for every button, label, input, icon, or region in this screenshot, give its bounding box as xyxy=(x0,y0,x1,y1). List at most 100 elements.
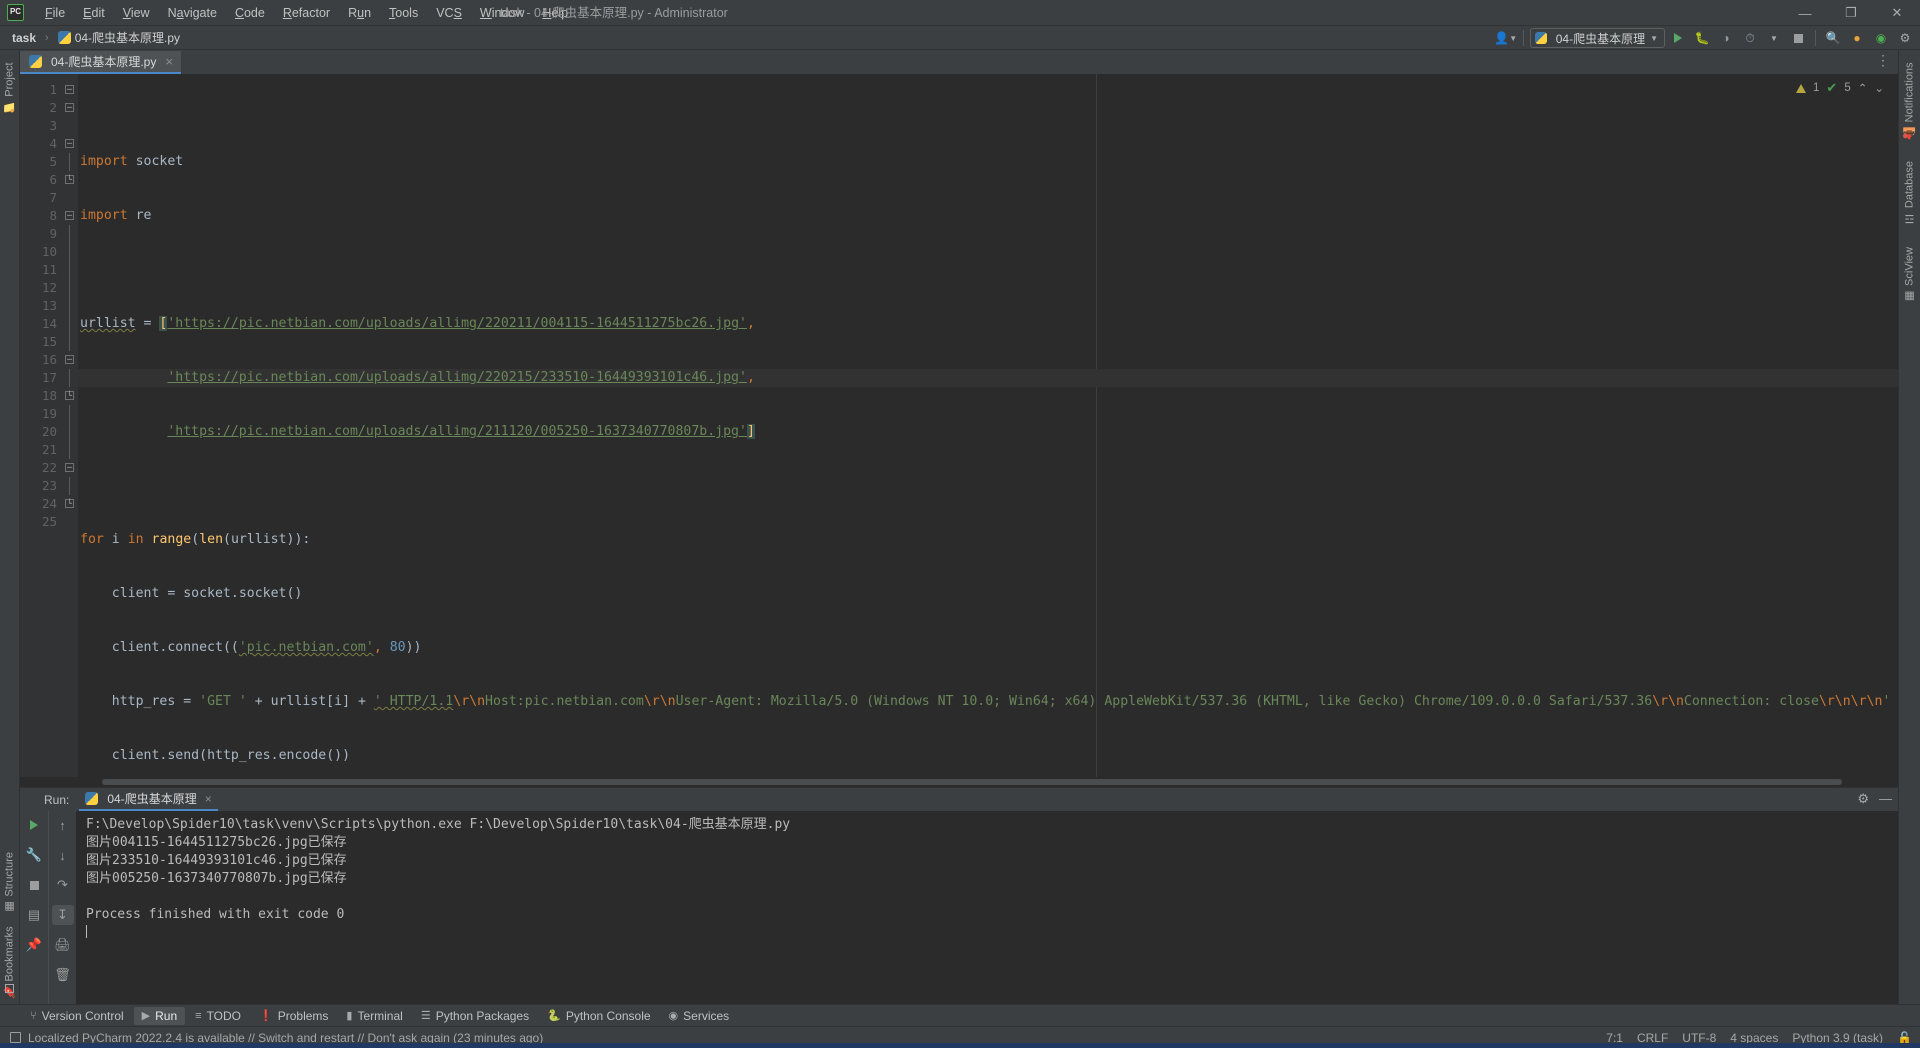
profile-button[interactable]: ⏱ xyxy=(1739,28,1761,48)
close-icon[interactable]: × xyxy=(165,54,173,69)
stop-button[interactable] xyxy=(1787,28,1809,48)
ide-sync-icon[interactable]: ◉ xyxy=(1870,28,1892,48)
sidebar-item-notifications[interactable]: 📥 Notifications xyxy=(1903,56,1916,145)
tool-window-label: Run xyxy=(155,1008,178,1023)
breadcrumb-item-project[interactable]: task xyxy=(8,30,40,46)
menu-edit[interactable]: Edit xyxy=(74,3,114,23)
scrollbar-thumb[interactable] xyxy=(102,779,1842,785)
notification-icon[interactable] xyxy=(10,1032,21,1043)
code-text-area[interactable]: import socket import re urllist = ['http… xyxy=(78,74,1898,777)
run-tab[interactable]: 04-爬虫基本原理 × xyxy=(79,788,218,811)
menu-tools[interactable]: Tools xyxy=(380,3,427,23)
layout-icon[interactable]: ▤ xyxy=(23,905,45,925)
python-file-icon-tab xyxy=(29,55,42,68)
menu-navigate[interactable]: Navigate xyxy=(159,3,226,23)
tool-window-version-control[interactable]: ⑂ Version Control xyxy=(22,1007,132,1025)
wrench-icon[interactable]: 🔧 xyxy=(23,845,45,865)
tool-window-services[interactable]: ◉ Services xyxy=(661,1007,738,1025)
stop-icon[interactable] xyxy=(23,875,45,895)
minimize-icon[interactable]: — xyxy=(1879,791,1892,807)
play-icon: ▶ xyxy=(141,1010,151,1022)
inspection-widget[interactable]: 1 ✔ 5 ⌃ ⌄ xyxy=(1796,80,1884,96)
list-icon: ≡ xyxy=(195,1009,202,1022)
editor-column: 04-爬虫基本原理.py × ⋮ 1 ─ 2 ─ 3 4 ─ 5 6 └ 7 8 ─ 9 xyxy=(20,50,1898,1004)
code-line-10: client.connect(('pic.netbian.com', 80)) xyxy=(111,640,422,655)
more-run-options-icon[interactable]: ▼ xyxy=(1763,28,1785,48)
editor-tab-active[interactable]: 04-爬虫基本原理.py × xyxy=(20,51,181,74)
sidebar-item-sciview[interactable]: ▦ SciView xyxy=(1903,241,1917,309)
menu-view[interactable]: View xyxy=(114,3,159,23)
gutter-line: 5 xyxy=(20,153,78,171)
close-button[interactable]: ✕ xyxy=(1874,0,1920,26)
code-editor[interactable]: 1 ─ 2 ─ 3 4 ─ 5 6 └ 7 8 ─ 9 10 11 12 13 14 15… xyxy=(20,74,1898,777)
close-icon[interactable]: × xyxy=(205,792,212,806)
user-icon[interactable]: 👤 ▼ xyxy=(1494,28,1517,48)
tool-window-todo[interactable]: ≡ TODO xyxy=(187,1007,249,1025)
code-line-6: 'https://pic.netbian.com/uploads/allimg/… xyxy=(167,424,755,439)
maximize-button[interactable]: ❐ xyxy=(1828,0,1874,26)
minimize-button[interactable]: — xyxy=(1782,0,1828,26)
editor-horizontal-scrollbar[interactable] xyxy=(20,777,1898,787)
run-coverage-button[interactable]: ◑ xyxy=(1715,28,1737,48)
search-icon[interactable]: 🔍 xyxy=(1822,28,1844,48)
scroll-to-end-icon[interactable]: ↧ xyxy=(51,905,74,925)
tool-window-label: Terminal xyxy=(357,1008,403,1023)
run-toolbar-col-2: ↑ ↓ ↷ ↧ 🖨 🗑 xyxy=(48,811,76,1004)
trash-icon[interactable]: 🗑 xyxy=(52,965,74,985)
editor-tab-bar: 04-爬虫基本原理.py × ⋮ xyxy=(20,50,1898,74)
print-icon[interactable]: 🖨 xyxy=(52,935,74,955)
tool-window-problems[interactable]: ❗ Problems xyxy=(251,1007,336,1025)
menu-file[interactable]: File xyxy=(36,3,74,23)
settings-gear-icon[interactable]: ⚙ xyxy=(1894,28,1916,48)
gutter-line: 12 xyxy=(20,279,78,297)
prev-problem-icon[interactable]: ⌃ xyxy=(1858,81,1868,95)
gutter-line: 24 └ xyxy=(20,495,78,513)
gutter-line: 18 └ xyxy=(20,387,78,405)
console-caret-line xyxy=(86,924,1898,942)
next-problem-icon[interactable]: ⌄ xyxy=(1874,81,1884,95)
run-configuration-selector[interactable]: 04-爬虫基本原理 ▼ xyxy=(1529,28,1665,48)
layout-toggle-icon[interactable] xyxy=(5,984,14,993)
console-line: F:\Develop\Spider10\task\venv\Scripts\py… xyxy=(86,817,791,832)
sidebar-item-structure-label: Structure xyxy=(3,851,16,897)
menu-run[interactable]: Run xyxy=(339,3,380,23)
run-toolbar-col-1: 🔧 ▤ 📌 xyxy=(20,811,48,1004)
code-line-2: import re xyxy=(80,208,152,223)
tool-window-bar: ⑂ Version Control ▶ Run ≡ TODO ❗ Problem… xyxy=(0,1004,1920,1026)
run-console-output[interactable]: F:\Develop\Spider10\task\venv\Scripts\py… xyxy=(76,811,1898,1004)
warning-triangle-icon xyxy=(1796,83,1806,93)
soft-wrap-icon[interactable]: ↷ xyxy=(52,875,74,895)
branch-icon: ⑂ xyxy=(30,1009,37,1022)
structure-icon: ▦ xyxy=(4,900,16,914)
sidebar-item-database[interactable]: ☲ Database xyxy=(1903,155,1917,231)
pin-icon[interactable]: 📌 xyxy=(23,935,45,955)
gutter-line: 14 xyxy=(20,315,78,333)
services-icon: ◉ xyxy=(668,1010,679,1022)
breadcrumb: task › 04-爬虫基本原理.py xyxy=(8,28,184,47)
debug-button[interactable]: 🐛 xyxy=(1691,28,1713,48)
tool-window-terminal[interactable]: ▮ Terminal xyxy=(338,1007,410,1025)
tool-window-label: Services xyxy=(683,1008,730,1023)
tool-window-run[interactable]: ▶ Run xyxy=(133,1006,186,1025)
update-icon[interactable]: ● xyxy=(1846,28,1868,48)
editor-gutter[interactable]: 1 ─ 2 ─ 3 4 ─ 5 6 └ 7 8 ─ 9 10 11 12 13 14 15… xyxy=(20,74,78,777)
editor-tab-options-icon[interactable]: ⋮ xyxy=(1876,52,1892,69)
run-panel-toolbar: 🔧 ▤ 📌 ↑ ↓ ↷ ↧ 🖨 🗑 xyxy=(20,811,76,1004)
pycharm-logo-icon: PC xyxy=(7,4,24,21)
tool-window-python-packages[interactable]: ☰ Python Packages xyxy=(413,1007,537,1025)
gear-icon[interactable]: ⚙ xyxy=(1857,791,1869,807)
sidebar-item-project[interactable]: 📁 Project xyxy=(3,56,17,120)
scroll-down-icon[interactable]: ↓ xyxy=(52,845,74,865)
menu-vcs[interactable]: VCS xyxy=(427,3,471,23)
run-button[interactable] xyxy=(1667,28,1689,48)
rerun-icon[interactable] xyxy=(23,815,45,835)
sidebar-item-structure[interactable]: ▦ Structure xyxy=(3,846,17,920)
breadcrumb-item-file[interactable]: 04-爬虫基本原理.py xyxy=(54,28,184,47)
menu-refactor[interactable]: Refactor xyxy=(274,3,339,23)
scroll-up-icon[interactable]: ↑ xyxy=(52,815,74,835)
tool-window-python-console[interactable]: 🐍 Python Console xyxy=(539,1007,658,1025)
menu-code[interactable]: Code xyxy=(226,3,274,23)
left-strip-bottom xyxy=(5,984,14,998)
database-icon: ☲ xyxy=(1904,212,1916,226)
